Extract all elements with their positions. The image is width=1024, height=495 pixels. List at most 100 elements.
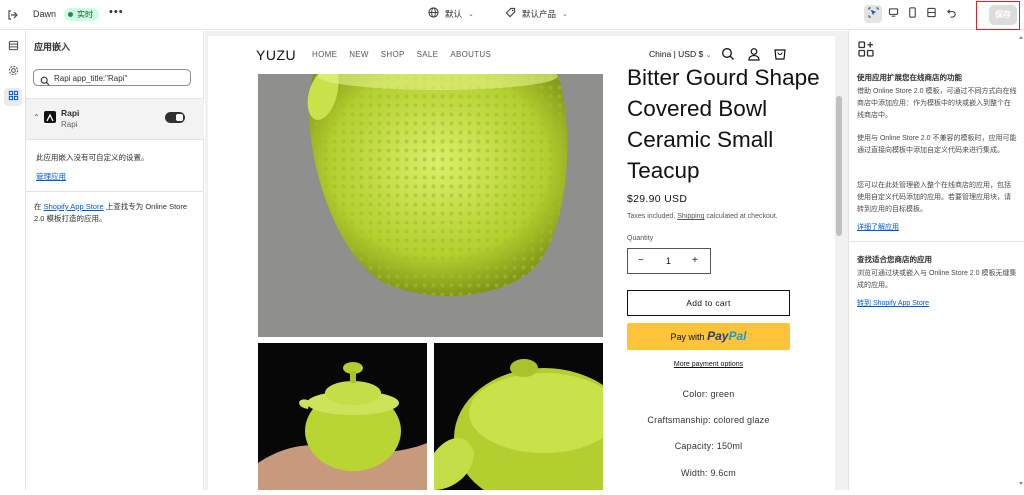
quantity-increase-button[interactable]: + [692,255,698,266]
product-attribute-capacity: Capacity: 150ml [674,441,743,451]
app-embed-name: Rapi [61,108,80,118]
search-icon[interactable] [721,47,735,61]
tag-icon [505,7,516,20]
tax-note-prefix: Taxes included. [627,213,676,220]
chevron-up-icon[interactable]: ⌃ [33,113,40,122]
paypal-logo-part-2: Pal [728,329,747,343]
undo-icon [946,5,957,23]
extend-store-paragraph-2: 使用与 Online Store 2.0 不兼容的模板时，应用可能通过直接向模板… [857,135,1017,154]
undo-button[interactable] [942,5,960,23]
editor-rail [0,31,26,490]
chevron-down-icon: ⌄ [705,52,712,59]
product-attribute-craftsmanship: Craftsmanship: colored glaze [647,415,770,425]
paypal-prefix: Pay with [670,332,705,342]
storefront-preview: YUZU HOME NEW SHOP SALE ABOUTUS China | … [208,36,838,490]
inspector-icon [867,5,879,23]
theme-selector-label: 默认 [445,8,463,19]
nav-shop[interactable]: SHOP [381,50,405,59]
quantity-stepper: − 1 + [627,248,711,274]
desktop-view-button[interactable] [884,5,902,23]
live-status-badge: 实时 [64,8,99,21]
product-attribute-color: Color: green [682,389,735,399]
store-name: Dawn [33,9,57,19]
app-store-note-prefix: 在 [34,202,42,211]
storefront-nav: HOME NEW SHOP SALE ABOUTUS [312,50,491,59]
mobile-view-button[interactable] [903,5,921,23]
save-highlight-box: 保存 [976,1,1020,30]
rail-sections-button[interactable] [4,38,22,56]
tax-note: Taxes included. Shipping calculated at c… [627,213,778,220]
settings-icon [8,63,19,81]
account-icon[interactable] [747,47,761,61]
preview-scrollbar[interactable] [835,36,843,490]
store-logo[interactable]: YUZU [256,47,296,63]
rail-settings-button[interactable] [4,63,22,81]
extend-store-paragraph-3: 您可以在此处管理嵌入整个在线商店的应用，包括使用自定义代码添加的应用。若要管理应… [857,182,1011,213]
product-thumbnail-image-1[interactable] [258,343,427,490]
extend-store-paragraph-1: 借助 Online Store 2.0 模板，可通过不同方式向在线商店中添加应用… [857,88,1017,119]
panel-title: 应用嵌入 [34,42,71,52]
app-search-box[interactable] [33,69,191,86]
divider [849,241,1024,242]
divider [26,191,204,192]
find-apps-title: 查找适合您商店的应用 [857,255,932,264]
more-payment-options-link[interactable]: More payment options [627,361,790,368]
learn-about-apps-link[interactable]: 详细了解应用 [857,222,899,232]
mobile-icon [907,5,918,23]
search-input[interactable] [54,72,184,84]
no-settings-note: 此应用嵌入没有可自定义的设置。 [36,153,149,162]
quantity-decrease-button[interactable]: − [638,255,644,266]
manage-app-link[interactable]: 管理应用 [36,171,66,182]
rapi-logo-icon [44,111,56,123]
chevron-down-icon: ⌄ [562,10,568,18]
apps-add-icon [858,41,874,62]
extend-store-title: 使用应用扩展您在线商店的功能 [857,73,962,82]
shopify-app-store-link[interactable]: Shopify App Store [44,202,104,211]
save-button[interactable]: 保存 [989,5,1017,25]
template-selector-label: 默认产品 [522,8,557,19]
paypal-button[interactable]: Pay with PayPal [627,323,790,350]
product-price: $29.90 USD [627,193,688,205]
paypal-logo: PayPal [707,329,746,343]
tax-note-suffix: calculated at checkout. [706,213,778,220]
theme-selector[interactable]: 默认 ⌄ [428,7,474,20]
sections-icon [8,38,19,56]
app-embed-item[interactable]: ⌃ Rapi Rapi [26,98,204,140]
app-info-panel: 使用应用扩展您在线商店的功能 借助 Online Store 2.0 模板，可通… [848,31,1024,490]
fullscreen-view-button[interactable] [922,5,940,23]
nav-home[interactable]: HOME [312,50,337,59]
rail-app-embeds-button[interactable] [4,88,22,106]
search-icon [40,73,50,91]
app-embed-icon [8,88,19,106]
app-store-note: 在 Shopify App Store 上查找专为 Online Store 2… [34,201,196,225]
find-apps-paragraph: 浏览可通过块或嵌入与 Online Store 2.0 模板无缝集成的应用。 [857,270,1017,289]
app-embed-subtitle: Rapi [61,120,78,129]
product-title: Bitter Gourd Shape Covered Bowl Ceramic … [627,65,820,183]
editor-topbar: Dawn 实时 ••• 默认 ⌄ 默认产品 ⌄ 保存 [0,0,1024,30]
shipping-link[interactable]: Shipping [677,213,704,220]
preview-scrollbar-thumb[interactable] [836,96,842,236]
template-selector[interactable]: 默认产品 ⌄ [505,7,568,20]
more-actions-button[interactable]: ••• [109,6,124,18]
chevron-down-icon: ⌄ [468,10,474,18]
inspector-button[interactable] [864,5,882,23]
exit-icon[interactable] [6,8,20,22]
product-thumbnail-image-2[interactable] [434,343,603,490]
go-to-app-store-link[interactable]: 转到 Shopify App Store [857,298,929,308]
quantity-value[interactable]: 1 [666,256,671,266]
product-attribute-width: Width: 9.6cm [681,468,736,478]
cart-icon[interactable] [773,47,787,61]
quantity-label: Quantity [627,235,654,242]
globe-icon [428,7,439,20]
country-selector-label: China | USD $ [649,49,704,59]
right-panel-scrollbar[interactable] [1017,31,1024,490]
add-to-cart-button[interactable]: Add to cart [627,290,790,316]
app-embeds-panel: 应用嵌入 ⌃ Rapi Rapi 此应用嵌入没有可自定义的设置。 管理应用 在 … [26,31,204,490]
preview-canvas: YUZU HOME NEW SHOP SALE ABOUTUS China | … [205,31,848,490]
nav-sale[interactable]: SALE [417,50,439,59]
app-embed-toggle[interactable] [165,112,185,123]
nav-new[interactable]: NEW [349,50,369,59]
country-selector[interactable]: China | USD $ ⌄ [649,49,711,59]
nav-aboutus[interactable]: ABOUTUS [450,50,491,59]
product-main-image[interactable] [258,74,603,337]
